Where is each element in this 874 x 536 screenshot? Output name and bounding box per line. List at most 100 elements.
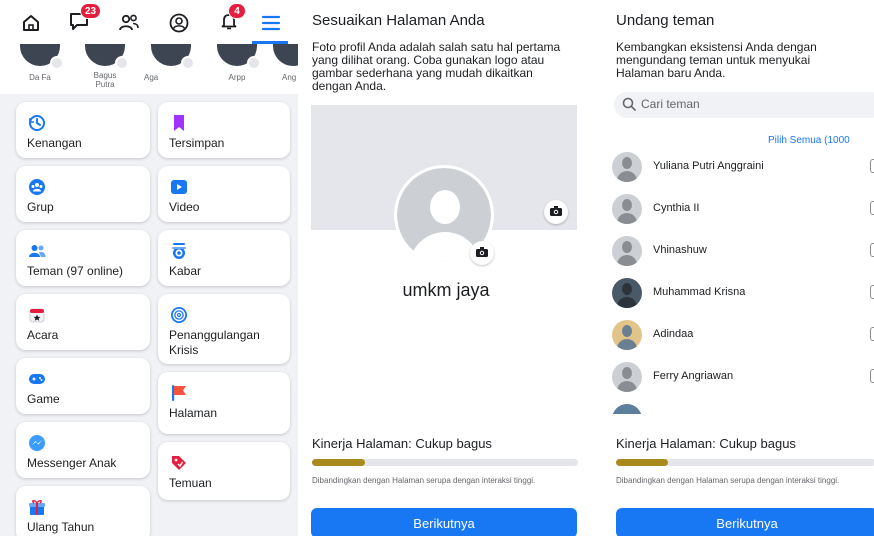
comparison-note: Dibandingkan dengan Halaman serupa denga… <box>616 476 840 485</box>
performance-bar <box>312 459 578 466</box>
shortcut-kenangan[interactable]: Kenangan <box>16 102 150 158</box>
shortcut-teman[interactable]: Teman (97 online) <box>16 230 150 286</box>
friend-name: Aga <box>144 73 159 82</box>
friend-name: Vhinashuw <box>653 244 707 256</box>
notifications-badge: 4 <box>228 3 246 19</box>
camera-icon <box>550 203 562 221</box>
next-button[interactable]: Berikutnya <box>616 508 874 536</box>
friend-story[interactable]: Arpp <box>212 44 262 82</box>
avatar <box>151 44 195 70</box>
avatar <box>612 194 642 224</box>
edit-profile-picture-button[interactable] <box>470 241 494 265</box>
shortcut-temuan[interactable]: Temuan <box>158 442 290 500</box>
invite-checkbox[interactable] <box>870 327 874 341</box>
customize-page-screen: Sesuaikan Halaman Anda Foto profil Anda … <box>298 0 594 536</box>
friend-badge-icon <box>50 56 64 70</box>
avatar <box>217 44 261 70</box>
notifications-nav[interactable]: 4 <box>214 3 246 38</box>
memories-icon <box>28 114 46 132</box>
shortcut-video[interactable]: Video <box>158 166 290 222</box>
shortcut-label: Kabar <box>169 264 202 278</box>
facebook-menu-panel: 23 4 Da Fa Bagus Putra Aga Arpp Ang Kena… <box>0 0 298 536</box>
shortcut-label: Kenangan <box>27 136 82 150</box>
avatar <box>612 278 642 308</box>
menu-icon[interactable] <box>256 8 286 38</box>
shortcut-penanggulangan-krisis[interactable]: Penanggulangan Krisis <box>158 294 290 364</box>
shortcut-messenger-anak[interactable]: Messenger Anak <box>16 422 150 478</box>
shortcut-kabar[interactable]: Kabar <box>158 230 290 286</box>
friends-icon[interactable] <box>114 8 144 38</box>
shortcut-label: Grup <box>27 200 54 214</box>
search-icon <box>622 97 636 116</box>
friend-name: Da Fa <box>29 73 51 82</box>
avatar <box>20 44 64 70</box>
friend-row[interactable]: Yuliana Putri Anggraini <box>612 150 874 184</box>
invite-checkbox[interactable] <box>870 159 874 173</box>
avatar <box>612 362 642 392</box>
groups-icon <box>28 178 46 196</box>
performance-bar-fill <box>312 459 366 466</box>
performance-bar <box>616 459 874 466</box>
shortcut-label: Acara <box>27 328 59 342</box>
events-icon <box>28 306 46 324</box>
performance-label: Kinerja Halaman: Cukup bagus <box>312 436 492 451</box>
invite-checkbox[interactable] <box>870 285 874 299</box>
friend-row[interactable]: Muhammad Krisna <box>612 276 874 310</box>
page-title: Sesuaikan Halaman Anda <box>312 12 485 29</box>
shortcut-label: Halaman <box>169 406 218 420</box>
select-all-link[interactable]: Pilih Semua (1000 <box>768 135 850 146</box>
edit-cover-button[interactable] <box>544 200 568 224</box>
friend-row[interactable]: Ferry Angriawan <box>612 360 874 394</box>
friend-story[interactable]: Da Fa <box>15 44 65 82</box>
shortcut-game[interactable]: Game <box>16 358 150 414</box>
avatar-head-icon <box>430 190 460 224</box>
shortcut-label: Messenger Anak <box>27 456 117 470</box>
invite-checkbox[interactable] <box>870 243 874 257</box>
friend-row[interactable]: Vhinashuw <box>612 234 874 268</box>
friend-name: Cynthia II <box>653 202 700 214</box>
shortcut-grup[interactable]: Grup <box>16 166 150 222</box>
profile-icon[interactable] <box>164 8 194 38</box>
shortcut-acara[interactable]: Acara <box>16 294 150 350</box>
friend-badge-icon <box>247 56 261 70</box>
next-button[interactable]: Berikutnya <box>311 508 577 536</box>
home-icon[interactable] <box>16 8 46 38</box>
friend-story[interactable]: Bagus Putra <box>80 44 130 89</box>
video-icon <box>170 178 188 196</box>
shortcut-label: Game <box>27 392 60 406</box>
performance-bar-fill <box>616 459 668 466</box>
shortcut-ulang-tahun[interactable]: Ulang Tahun <box>16 486 150 536</box>
performance-label: Kinerja Halaman: Cukup bagus <box>616 436 796 451</box>
friend-name: Bagus Putra <box>93 71 117 89</box>
invite-description: Kembangkan eksistensi Anda dengan mengun… <box>616 40 817 80</box>
page-description: Foto profil Anda adalah salah satu hal p… <box>312 40 561 93</box>
saved-icon <box>170 114 188 132</box>
friend-name: Yuliana Putri Anggraini <box>653 160 764 172</box>
list-overflow <box>612 404 874 414</box>
invite-title: Undang teman <box>616 12 715 29</box>
friend-badge-icon <box>181 56 195 70</box>
friend-row[interactable]: Cynthia II <box>612 192 874 226</box>
invite-checkbox[interactable] <box>870 369 874 383</box>
shortcut-label: Penanggulangan Krisis <box>169 328 260 357</box>
invite-checkbox[interactable] <box>870 201 874 215</box>
avatar <box>85 44 129 70</box>
friends-strip: Da Fa Bagus Putra Aga Arpp Ang <box>0 44 298 94</box>
messenger-kids-icon <box>28 434 46 452</box>
search-friends-field[interactable]: Cari teman <box>614 92 874 118</box>
camera-icon <box>476 244 488 262</box>
shortcut-tersimpan[interactable]: Tersimpan <box>158 102 290 158</box>
invite-friends-screen: Undang teman Kembangkan eksistensi Anda … <box>600 0 874 536</box>
shortcut-halaman[interactable]: Halaman <box>158 372 290 434</box>
comparison-note: Dibandingkan dengan Halaman serupa denga… <box>312 476 536 485</box>
friend-row[interactable]: Adindaa <box>612 318 874 352</box>
shortcut-label: Ulang Tahun <box>27 520 95 534</box>
friend-badge-icon <box>115 56 129 70</box>
messages-nav[interactable]: 23 <box>64 3 102 38</box>
avatar <box>612 320 642 350</box>
pages-flag-icon <box>170 384 188 402</box>
friend-story[interactable]: Ang <box>268 44 298 82</box>
friend-name: Adindaa <box>653 328 694 340</box>
friend-story[interactable]: Aga <box>144 44 196 82</box>
birthday-gift-icon <box>28 498 46 516</box>
